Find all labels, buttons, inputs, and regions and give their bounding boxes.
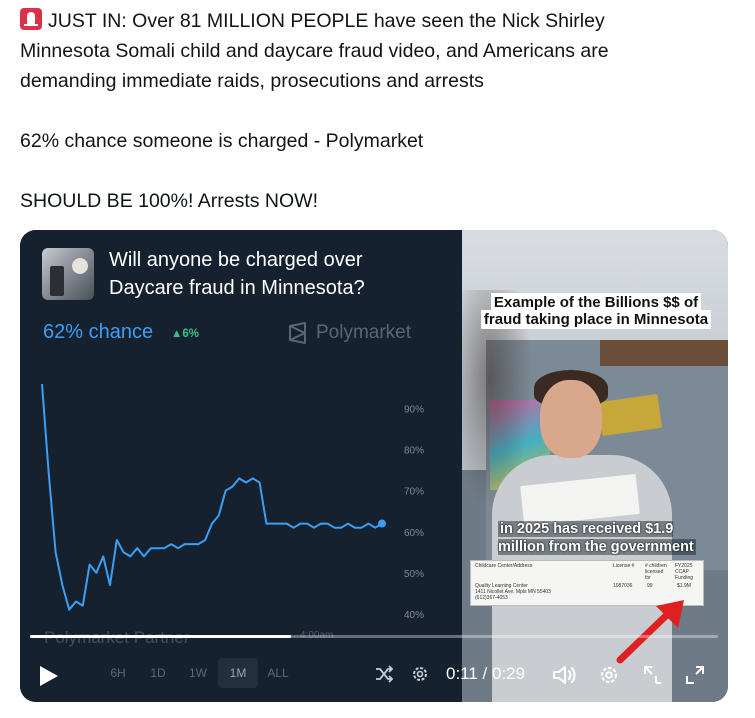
range-tab-all[interactable]: ALL xyxy=(258,658,298,688)
range-tab-6h[interactable]: 6H xyxy=(98,658,138,688)
video-caption-top: Example of the Billions $$ of fraud taki… xyxy=(475,293,717,329)
post-line-4: 62% chance someone is charged - Polymark… xyxy=(20,130,424,152)
y-tick-label: 60% xyxy=(404,528,424,539)
market-thumbnail xyxy=(42,248,94,300)
market-question-line-2: Daycare fraud in Minnesota? xyxy=(109,277,365,299)
probability-chart: 90% 80% 70% 60% 50% 40% xyxy=(41,384,424,621)
video-timecode: 0:11 / 0:29 xyxy=(446,664,526,683)
video-frame[interactable]: Example of the Billions $$ of fraud taki… xyxy=(462,230,728,702)
post-line-5: SHOULD BE 100%! Arrests NOW! xyxy=(20,190,318,212)
post-line-1: JUST IN: Over 81 MILLION PEOPLE have see… xyxy=(48,10,605,32)
post-text: JUST IN: Over 81 MILLION PEOPLE have see… xyxy=(20,6,740,216)
post-line-3: demanding immediate raids, prosecutions … xyxy=(20,70,484,92)
video-player[interactable]: Will anyone be charged over Daycare frau… xyxy=(20,230,728,702)
doc-col-2: License # xyxy=(613,563,635,569)
rotating-light-icon xyxy=(20,8,42,30)
video-progress-bar[interactable] xyxy=(30,635,718,638)
video-caption-mid-text: in 2025 has received $1.9 million from t… xyxy=(498,521,696,555)
range-tab-1m[interactable]: 1M xyxy=(218,658,258,688)
post-line-2: Minnesota Somali child and daycare fraud… xyxy=(20,40,609,62)
doc-col-1: Childcare Center/Address xyxy=(475,563,533,569)
range-tab-1d[interactable]: 1D xyxy=(138,658,178,688)
volume-icon[interactable] xyxy=(552,664,578,686)
range-tabs: 1H 6H 1D 1W 1M ALL xyxy=(58,658,298,688)
doc-funding-amount: $1.9M xyxy=(677,583,691,589)
current-value-dot xyxy=(378,519,386,528)
shuffle-icon[interactable] xyxy=(374,664,394,684)
polymarket-logo: Polymarket xyxy=(288,322,411,344)
y-tick-label: 70% xyxy=(404,487,424,498)
doc-col-3: # children licensed for xyxy=(645,563,667,581)
video-controls: 1H 6H 1D 1W 1M ALL 0:11 / 0:29 xyxy=(20,658,728,694)
doc-children-count: 99 xyxy=(647,583,653,589)
settings-gear-icon[interactable] xyxy=(410,664,430,684)
video-settings-icon[interactable] xyxy=(598,664,620,686)
probability-series-line xyxy=(41,384,383,611)
polymarket-wordmark: Polymarket xyxy=(316,322,412,343)
play-icon[interactable] xyxy=(38,664,60,688)
market-question-line-1: Will anyone be charged over xyxy=(109,249,363,271)
chance-value: 62% chance xyxy=(43,321,154,343)
doc-col-4: FY2025 CCAP Funding xyxy=(675,563,694,581)
video-building-roof xyxy=(600,340,728,366)
video-caption-top-text: Example of the Billions $$ of fraud taki… xyxy=(480,293,712,329)
y-tick-label: 80% xyxy=(404,446,424,457)
ghost-partner-text: Polymarket Partner xyxy=(44,628,190,648)
video-progress-fill xyxy=(30,635,292,638)
y-tick-label: 90% xyxy=(404,405,424,416)
range-tab-1w[interactable]: 1W xyxy=(178,658,218,688)
video-person-head xyxy=(540,380,602,458)
video-caption-mid: in 2025 has received $1.9 million from t… xyxy=(498,520,698,556)
picture-in-picture-icon[interactable] xyxy=(642,664,664,686)
chance-delta: ▲6% xyxy=(171,328,200,340)
y-tick-label: 50% xyxy=(404,569,424,580)
y-tick-label: 40% xyxy=(404,610,424,621)
market-question: Will anyone be charged over Daycare frau… xyxy=(109,246,449,302)
doc-license-number: 1087036 xyxy=(613,583,633,589)
doc-center-phone: (612)367-4053 xyxy=(475,595,508,601)
polymarket-mark-icon xyxy=(289,322,306,344)
fullscreen-icon[interactable] xyxy=(684,664,706,686)
